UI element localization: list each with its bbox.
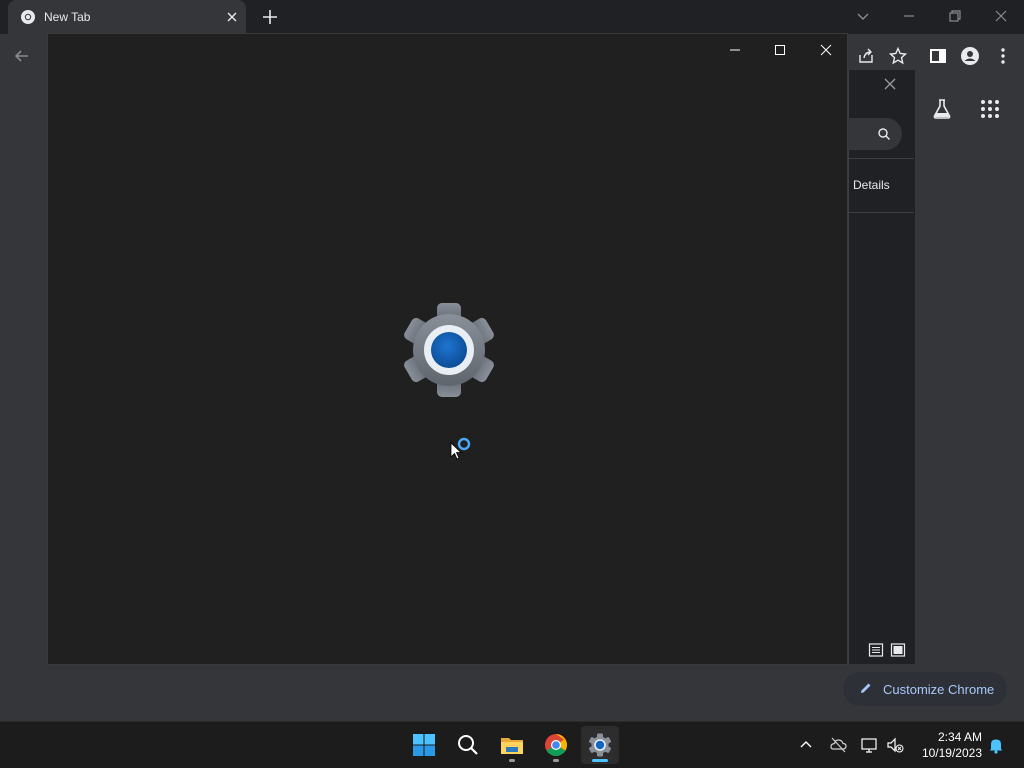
running-indicator — [553, 759, 559, 762]
chrome-tab-strip: New Tab — [0, 0, 1024, 34]
browser-close-button[interactable] — [992, 7, 1010, 25]
customize-chrome-label: Customize Chrome — [883, 682, 995, 697]
search-icon — [878, 128, 890, 140]
tab-new-tab[interactable]: New Tab — [8, 0, 246, 34]
taskbar-settings[interactable] — [581, 726, 619, 764]
browser-minimize-button[interactable] — [900, 7, 918, 25]
settings-app-window — [47, 33, 848, 665]
profile-avatar-icon[interactable] — [960, 46, 980, 66]
side-panel-divider — [848, 158, 914, 159]
settings-minimize-button[interactable] — [728, 43, 742, 57]
pencil-icon — [861, 683, 871, 693]
visual-view-icon[interactable] — [890, 642, 906, 658]
windows-start-icon — [413, 734, 435, 756]
volume-muted-icon[interactable] — [886, 736, 904, 754]
chrome-icon — [545, 734, 567, 756]
chevron-up-icon[interactable] — [797, 736, 815, 754]
settings-close-button[interactable] — [818, 42, 834, 58]
more-menu-icon[interactable] — [993, 46, 1013, 66]
side-panel — [848, 70, 915, 664]
settings-maximize-button[interactable] — [773, 43, 787, 57]
side-panel-search-input[interactable] — [848, 118, 902, 150]
side-panel-close-icon[interactable] — [882, 76, 898, 92]
new-tab-button[interactable] — [260, 7, 280, 27]
settings-gear-icon — [404, 303, 494, 397]
side-panel-icon[interactable] — [928, 46, 948, 66]
browser-restore-button[interactable] — [946, 7, 964, 25]
tab-title: New Tab — [44, 10, 91, 24]
taskbar-search-button[interactable] — [449, 726, 487, 764]
google-apps-grid-icon[interactable] — [978, 97, 1002, 121]
side-panel-details-tab[interactable]: Details — [853, 178, 890, 192]
clock-date[interactable]: 10/19/2023 — [916, 746, 982, 760]
notification-bell-icon[interactable] — [987, 736, 1005, 754]
onedrive-offline-icon[interactable] — [829, 736, 847, 754]
clock-time[interactable]: 2:34 AM — [922, 730, 982, 744]
running-indicator — [509, 759, 515, 762]
back-arrow-icon[interactable] — [12, 46, 32, 66]
network-icon[interactable] — [860, 736, 878, 754]
close-tab-icon[interactable] — [224, 9, 240, 25]
folder-icon — [501, 738, 523, 754]
taskbar-google-chrome[interactable] — [537, 726, 575, 764]
chrome-favicon-icon — [21, 10, 35, 24]
taskbar-start-button[interactable] — [405, 726, 443, 764]
search-icon — [458, 735, 478, 755]
share-icon[interactable] — [856, 46, 876, 66]
list-view-icon[interactable] — [868, 642, 884, 658]
taskbar-file-explorer[interactable] — [493, 726, 531, 764]
mouse-pointer-icon — [450, 442, 463, 460]
chrome-labs-flask-icon[interactable] — [930, 97, 954, 121]
customize-chrome-button[interactable]: Customize Chrome — [843, 672, 1007, 706]
active-indicator — [592, 759, 608, 762]
windows-taskbar: 2:34 AM 10/19/2023 — [0, 721, 1024, 768]
bookmark-star-icon[interactable] — [888, 46, 908, 66]
side-panel-divider — [848, 212, 914, 213]
tab-search-chevron-icon[interactable] — [854, 7, 872, 25]
gear-icon — [588, 733, 612, 757]
